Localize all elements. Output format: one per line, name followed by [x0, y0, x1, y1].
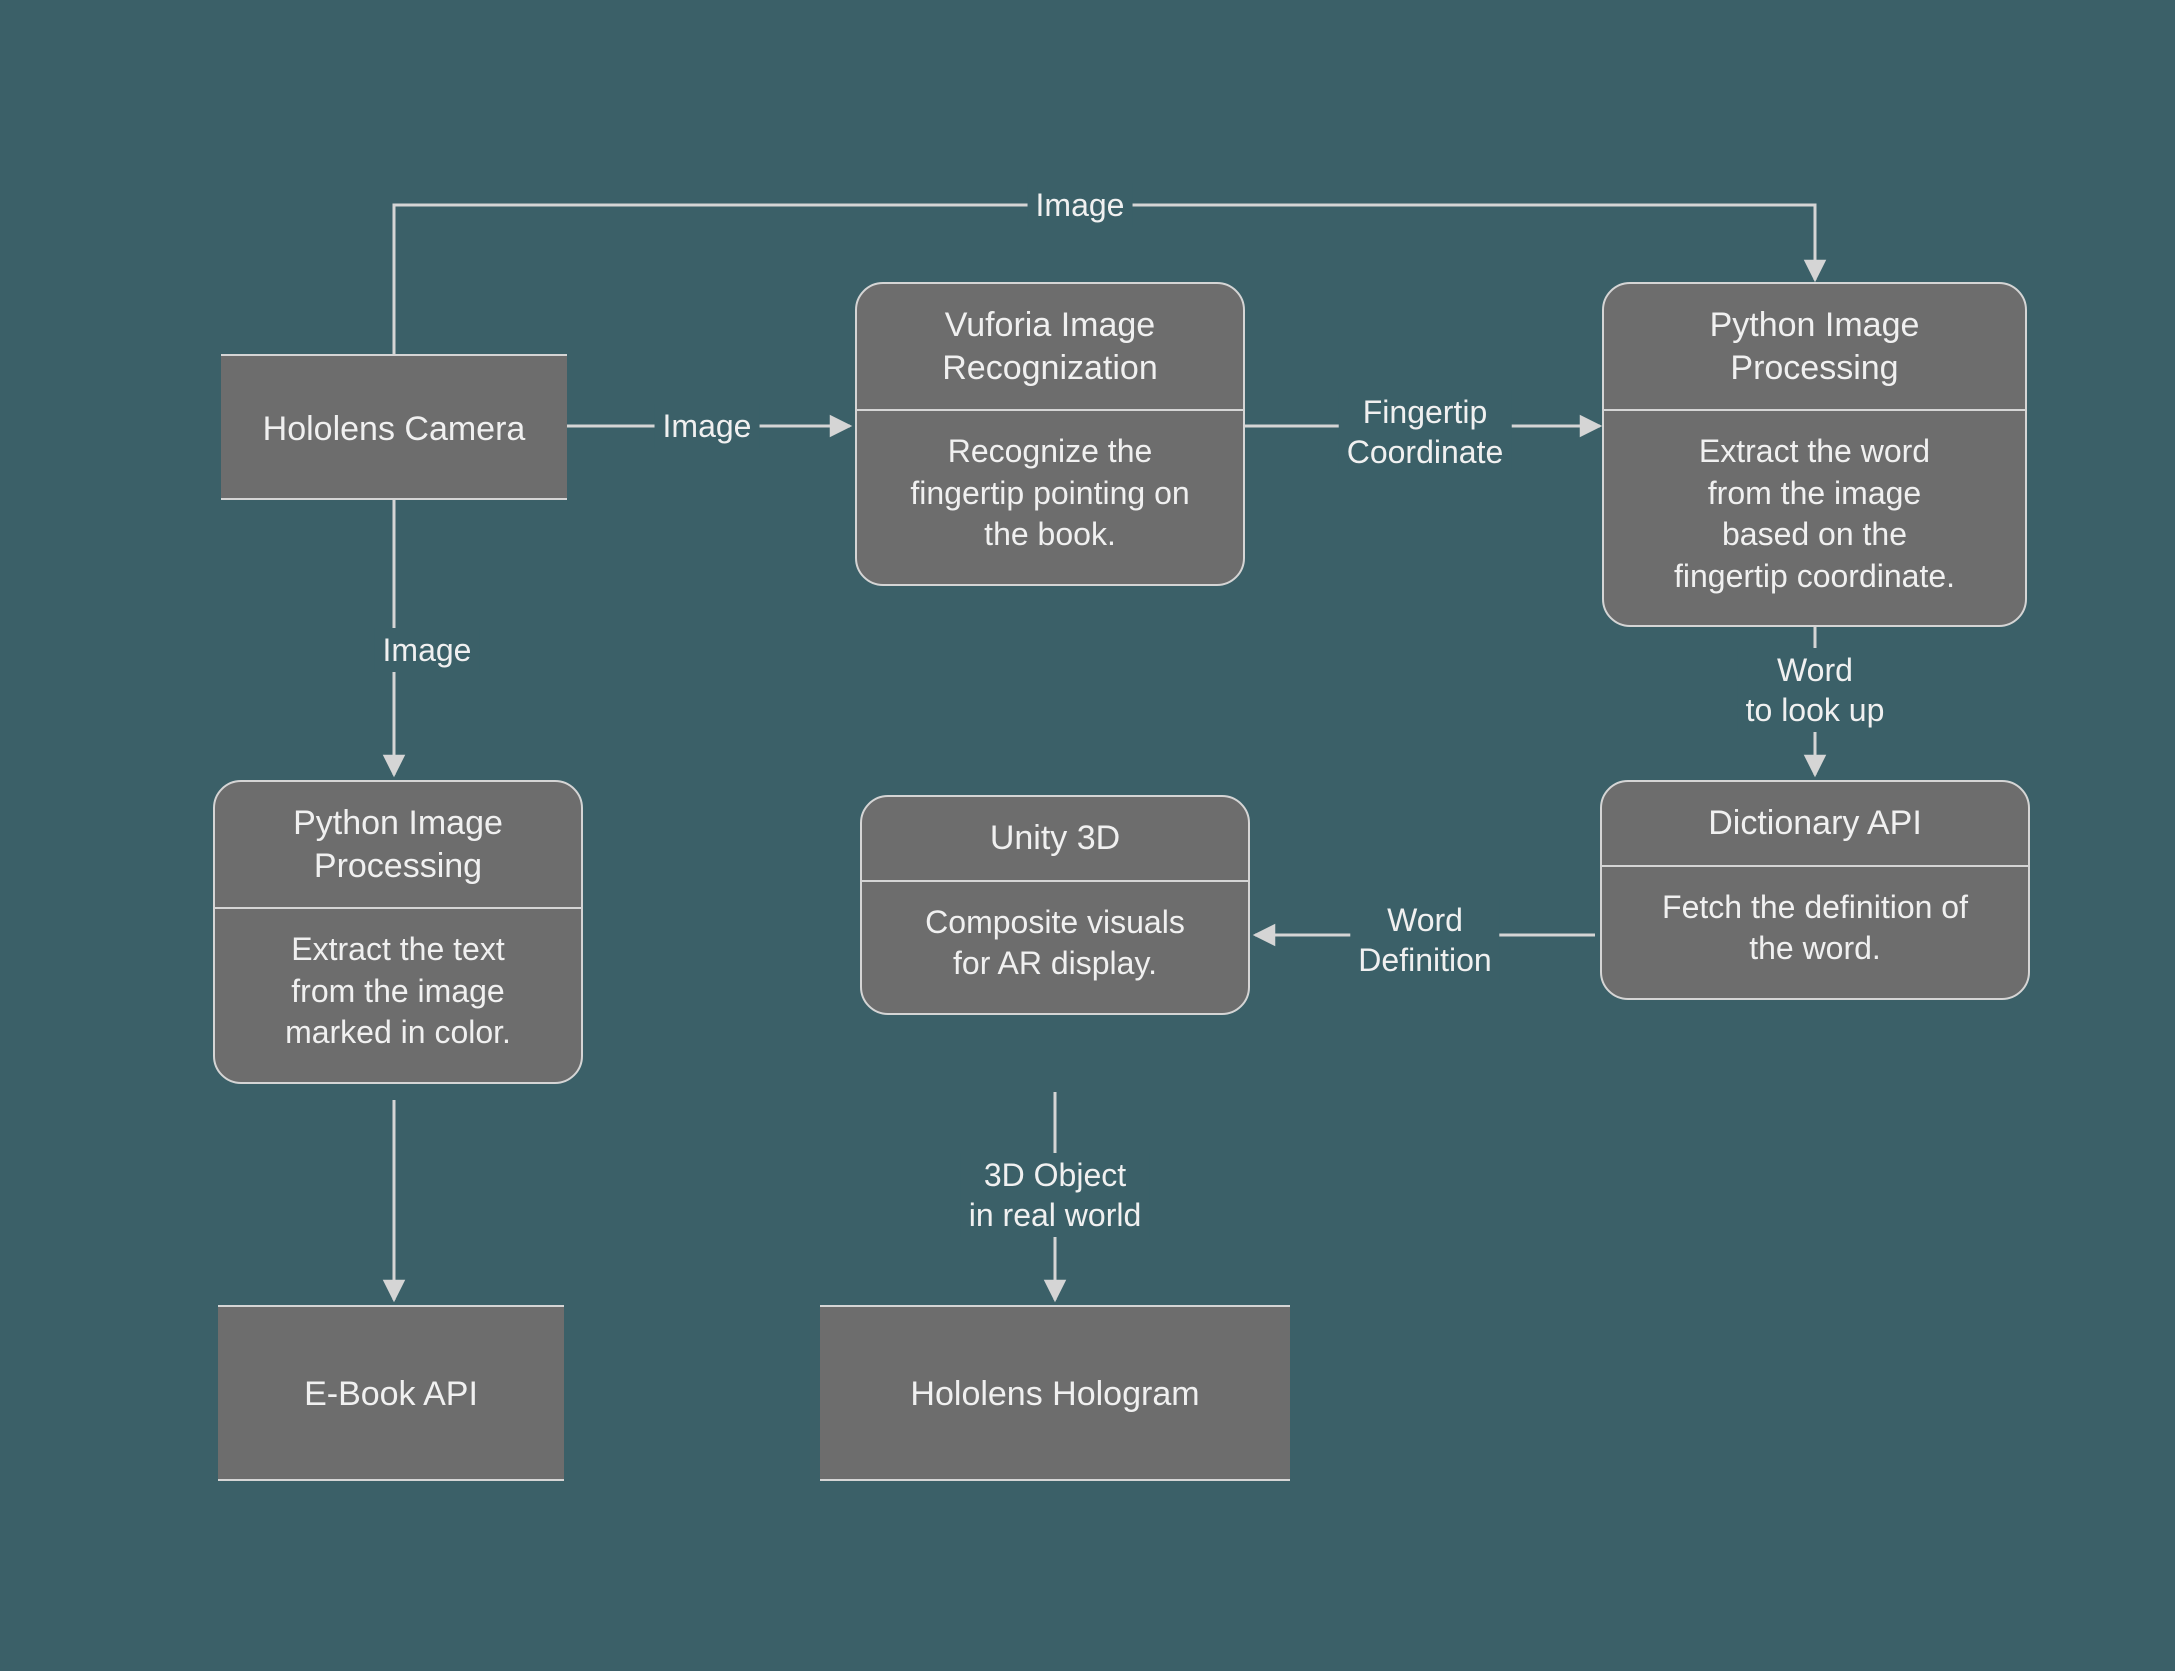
node-hololens-hologram: Hololens Hologram	[820, 1305, 1290, 1481]
edge-label-dict-to-unity: Word Definition	[1350, 898, 1499, 982]
node-title: Dictionary API	[1602, 782, 2028, 865]
node-unity-3d: Unity 3D Composite visuals for AR displa…	[860, 795, 1250, 1015]
node-desc: Extract the text from the image marked i…	[215, 909, 581, 1082]
node-title: Vuforia Image Recognization	[857, 284, 1243, 409]
node-title: Unity 3D	[862, 797, 1248, 880]
node-desc: Recognize the fingertip pointing on the …	[857, 411, 1243, 584]
node-title: E-Book API	[218, 1307, 564, 1482]
node-dictionary-api: Dictionary API Fetch the definition of t…	[1600, 780, 2030, 1000]
node-title: Python Image Processing	[215, 782, 581, 907]
node-ebook-api: E-Book API	[218, 1305, 564, 1481]
node-desc: Extract the word from the image based on…	[1604, 411, 2025, 625]
diagram-canvas: Hololens Camera Vuforia Image Recognizat…	[0, 0, 2175, 1671]
node-python-processing-left: Python Image Processing Extract the text…	[213, 780, 583, 1084]
node-title: Hololens Hologram	[820, 1307, 1290, 1482]
node-hololens-camera: Hololens Camera	[221, 354, 567, 500]
edge-label-cam-to-py-left: Image	[375, 628, 480, 672]
node-python-processing-right: Python Image Processing Extract the word…	[1602, 282, 2027, 627]
node-vuforia: Vuforia Image Recognization Recognize th…	[855, 282, 1245, 586]
node-desc: Fetch the definition of the word.	[1602, 867, 2028, 998]
edge-label-vuforia-to-py-right: Fingertip Coordinate	[1339, 390, 1512, 474]
edge-label-py-right-to-dict: Word to look up	[1738, 648, 1893, 732]
node-title: Hololens Camera	[221, 356, 567, 503]
edge-label-cam-to-vuforia: Image	[655, 404, 760, 448]
node-desc: Composite visuals for AR display.	[862, 882, 1248, 1013]
edge-label-unity-to-hologram: 3D Object in real world	[961, 1153, 1150, 1237]
edge-label-cam-to-py-right-top: Image	[1028, 183, 1133, 227]
node-title: Python Image Processing	[1604, 284, 2025, 409]
